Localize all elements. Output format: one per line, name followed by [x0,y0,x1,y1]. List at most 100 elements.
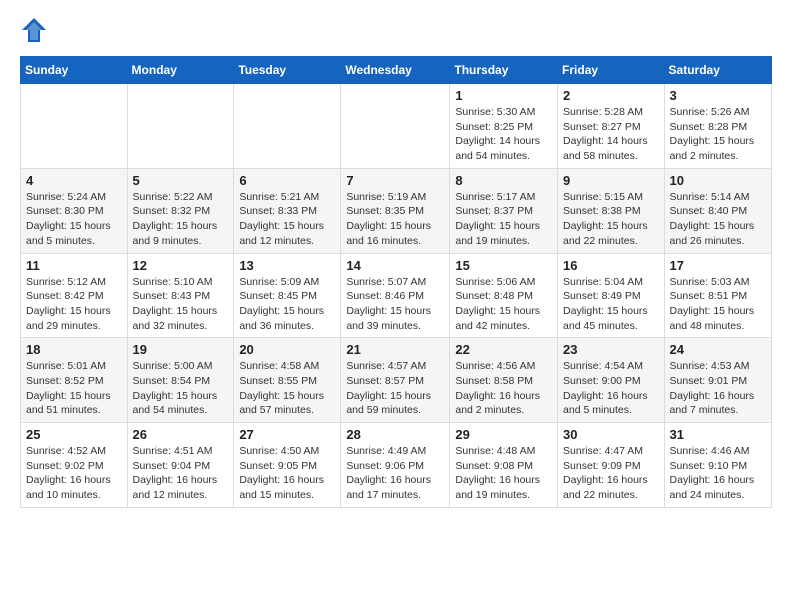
day-number: 30 [563,427,659,442]
day-number: 8 [455,173,552,188]
day-info: Sunrise: 5:17 AM Sunset: 8:37 PM Dayligh… [455,190,552,249]
calendar-cell [341,84,450,169]
calendar-cell: 31Sunrise: 4:46 AM Sunset: 9:10 PM Dayli… [664,423,771,508]
calendar-table: SundayMondayTuesdayWednesdayThursdayFrid… [20,56,772,508]
day-number: 7 [346,173,444,188]
day-info: Sunrise: 5:10 AM Sunset: 8:43 PM Dayligh… [133,275,229,334]
day-info: Sunrise: 4:56 AM Sunset: 8:58 PM Dayligh… [455,359,552,418]
calendar-cell: 7 Sunrise: 5:19 AM Sunset: 8:35 PM Daylig… [341,168,450,253]
day-number: 11 [26,258,122,273]
day-info: Sunrise: 4:51 AM Sunset: 9:04 PM Dayligh… [133,444,229,503]
calendar-cell: 19 Sunrise: 5:00 AM Sunset: 8:54 PM Dayli… [127,338,234,423]
calendar-week-row: 1 Sunrise: 5:30 AM Sunset: 8:25 PM Daylig… [21,84,772,169]
calendar-week-row: 4 Sunrise: 5:24 AM Sunset: 8:30 PM Daylig… [21,168,772,253]
calendar-cell: 6 Sunrise: 5:21 AM Sunset: 8:33 PM Daylig… [234,168,341,253]
calendar-cell: 30 Sunrise: 4:47 AM Sunset: 9:09 PM Dayli… [558,423,665,508]
calendar-cell: 3 Sunrise: 5:26 AM Sunset: 8:28 PM Daylig… [664,84,771,169]
calendar-cell: 14 Sunrise: 5:07 AM Sunset: 8:46 PM Dayli… [341,253,450,338]
calendar-cell: 27 Sunrise: 4:50 AM Sunset: 9:05 PM Dayli… [234,423,341,508]
day-info: Sunrise: 4:58 AM Sunset: 8:55 PM Dayligh… [239,359,335,418]
day-number: 17 [670,258,766,273]
day-number: 28 [346,427,444,442]
calendar-week-row: 11 Sunrise: 5:12 AM Sunset: 8:42 PM Dayli… [21,253,772,338]
day-info: Sunrise: 5:22 AM Sunset: 8:32 PM Dayligh… [133,190,229,249]
day-info: Sunrise: 4:52 AM Sunset: 9:02 PM Dayligh… [26,444,122,503]
page: SundayMondayTuesdayWednesdayThursdayFrid… [0,0,792,524]
logo-icon [20,16,48,44]
day-number: 24 [670,342,766,357]
day-info: Sunrise: 5:30 AM Sunset: 8:25 PM Dayligh… [455,105,552,164]
calendar-cell: 4 Sunrise: 5:24 AM Sunset: 8:30 PM Daylig… [21,168,128,253]
day-info: Sunrise: 5:12 AM Sunset: 8:42 PM Dayligh… [26,275,122,334]
calendar-header-row: SundayMondayTuesdayWednesdayThursdayFrid… [21,57,772,84]
day-number: 16 [563,258,659,273]
calendar-cell: 29 Sunrise: 4:48 AM Sunset: 9:08 PM Dayli… [450,423,558,508]
day-number: 25 [26,427,122,442]
day-info: Sunrise: 4:48 AM Sunset: 9:08 PM Dayligh… [455,444,552,503]
day-number: 14 [346,258,444,273]
day-info: Sunrise: 5:01 AM Sunset: 8:52 PM Dayligh… [26,359,122,418]
calendar-cell: 15Sunrise: 5:06 AM Sunset: 8:48 PM Dayli… [450,253,558,338]
day-info: Sunrise: 4:53 AM Sunset: 9:01 PM Dayligh… [670,359,766,418]
calendar-cell: 2Sunrise: 5:28 AM Sunset: 8:27 PM Daylig… [558,84,665,169]
calendar-cell: 26 Sunrise: 4:51 AM Sunset: 9:04 PM Dayli… [127,423,234,508]
calendar-day-header: Saturday [664,57,771,84]
day-number: 5 [133,173,229,188]
day-number: 22 [455,342,552,357]
day-info: Sunrise: 4:49 AM Sunset: 9:06 PM Dayligh… [346,444,444,503]
calendar-day-header: Monday [127,57,234,84]
calendar-cell: 16Sunrise: 5:04 AM Sunset: 8:49 PM Dayli… [558,253,665,338]
calendar-day-header: Sunday [21,57,128,84]
calendar-cell: 28 Sunrise: 4:49 AM Sunset: 9:06 PM Dayli… [341,423,450,508]
calendar-cell: 13 Sunrise: 5:09 AM Sunset: 8:45 PM Dayli… [234,253,341,338]
day-info: Sunrise: 5:07 AM Sunset: 8:46 PM Dayligh… [346,275,444,334]
calendar-cell: 8 Sunrise: 5:17 AM Sunset: 8:37 PM Daylig… [450,168,558,253]
day-info: Sunrise: 4:50 AM Sunset: 9:05 PM Dayligh… [239,444,335,503]
calendar-week-row: 18Sunrise: 5:01 AM Sunset: 8:52 PM Dayli… [21,338,772,423]
day-number: 13 [239,258,335,273]
day-info: Sunrise: 5:09 AM Sunset: 8:45 PM Dayligh… [239,275,335,334]
calendar-cell [127,84,234,169]
day-number: 29 [455,427,552,442]
calendar-cell: 24 Sunrise: 4:53 AM Sunset: 9:01 PM Dayli… [664,338,771,423]
logo [20,16,52,44]
day-number: 23 [563,342,659,357]
day-info: Sunrise: 5:03 AM Sunset: 8:51 PM Dayligh… [670,275,766,334]
day-number: 26 [133,427,229,442]
day-info: Sunrise: 5:15 AM Sunset: 8:38 PM Dayligh… [563,190,659,249]
day-number: 4 [26,173,122,188]
calendar-cell: 20 Sunrise: 4:58 AM Sunset: 8:55 PM Dayli… [234,338,341,423]
day-info: Sunrise: 5:14 AM Sunset: 8:40 PM Dayligh… [670,190,766,249]
calendar-cell: 18Sunrise: 5:01 AM Sunset: 8:52 PM Dayli… [21,338,128,423]
day-info: Sunrise: 4:47 AM Sunset: 9:09 PM Dayligh… [563,444,659,503]
day-number: 12 [133,258,229,273]
calendar-day-header: Friday [558,57,665,84]
day-info: Sunrise: 4:54 AM Sunset: 9:00 PM Dayligh… [563,359,659,418]
day-number: 2 [563,88,659,103]
calendar-cell: 9Sunrise: 5:15 AM Sunset: 8:38 PM Daylig… [558,168,665,253]
calendar-cell: 22 Sunrise: 4:56 AM Sunset: 8:58 PM Dayli… [450,338,558,423]
day-number: 1 [455,88,552,103]
calendar-cell: 5 Sunrise: 5:22 AM Sunset: 8:32 PM Daylig… [127,168,234,253]
day-info: Sunrise: 4:46 AM Sunset: 9:10 PM Dayligh… [670,444,766,503]
day-info: Sunrise: 5:24 AM Sunset: 8:30 PM Dayligh… [26,190,122,249]
day-number: 20 [239,342,335,357]
day-info: Sunrise: 5:19 AM Sunset: 8:35 PM Dayligh… [346,190,444,249]
day-number: 6 [239,173,335,188]
day-info: Sunrise: 5:26 AM Sunset: 8:28 PM Dayligh… [670,105,766,164]
day-info: Sunrise: 5:00 AM Sunset: 8:54 PM Dayligh… [133,359,229,418]
calendar-cell: 21Sunrise: 4:57 AM Sunset: 8:57 PM Dayli… [341,338,450,423]
calendar-cell: 17 Sunrise: 5:03 AM Sunset: 8:51 PM Dayli… [664,253,771,338]
day-info: Sunrise: 5:21 AM Sunset: 8:33 PM Dayligh… [239,190,335,249]
day-number: 19 [133,342,229,357]
calendar-cell: 25 Sunrise: 4:52 AM Sunset: 9:02 PM Dayli… [21,423,128,508]
day-number: 21 [346,342,444,357]
calendar-cell [234,84,341,169]
calendar-day-header: Tuesday [234,57,341,84]
day-number: 27 [239,427,335,442]
day-number: 3 [670,88,766,103]
calendar-week-row: 25 Sunrise: 4:52 AM Sunset: 9:02 PM Dayli… [21,423,772,508]
day-info: Sunrise: 5:06 AM Sunset: 8:48 PM Dayligh… [455,275,552,334]
calendar-cell: 23 Sunrise: 4:54 AM Sunset: 9:00 PM Dayli… [558,338,665,423]
calendar-day-header: Wednesday [341,57,450,84]
